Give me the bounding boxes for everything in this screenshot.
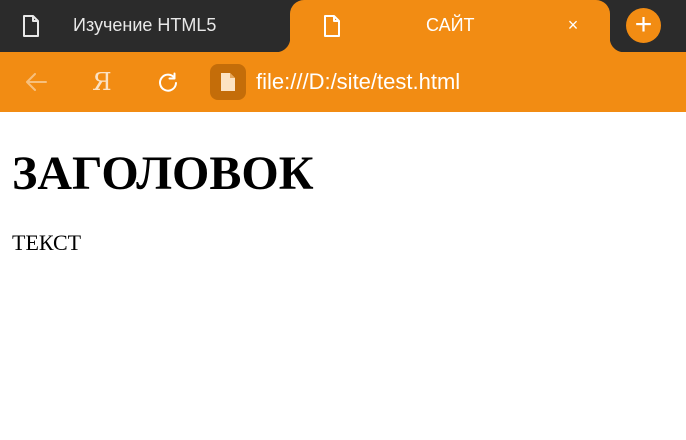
document-icon: [323, 15, 341, 42]
document-icon: [22, 15, 40, 42]
tab-strip: Изучение HTML5 САЙТ × +: [0, 0, 686, 52]
reload-icon: [159, 72, 177, 92]
page-text: ТЕКСТ: [12, 230, 82, 255]
tab-site[interactable]: САЙТ ×: [276, 0, 624, 52]
address-bar[interactable]: file:///D:/site/test.html: [256, 69, 460, 95]
arrow-left-icon: [26, 73, 47, 91]
tab-label: Изучение HTML5: [73, 15, 217, 35]
page-content: ЗАГОЛОВОК ТЕКСТ: [0, 112, 686, 440]
new-tab-button[interactable]: +: [626, 8, 661, 43]
yandex-button[interactable]: Я: [86, 66, 118, 98]
close-icon[interactable]: ×: [562, 14, 584, 36]
back-button[interactable]: [20, 66, 52, 98]
site-info-button[interactable]: [210, 64, 246, 100]
document-icon: [221, 73, 235, 91]
reload-button[interactable]: [152, 66, 184, 98]
page-heading: ЗАГОЛОВОК: [12, 147, 314, 200]
tab-html5[interactable]: Изучение HTML5: [0, 0, 300, 52]
navigation-toolbar: Я file:///D:/site/test.html: [0, 52, 686, 112]
tab-label: САЙТ: [426, 15, 475, 35]
